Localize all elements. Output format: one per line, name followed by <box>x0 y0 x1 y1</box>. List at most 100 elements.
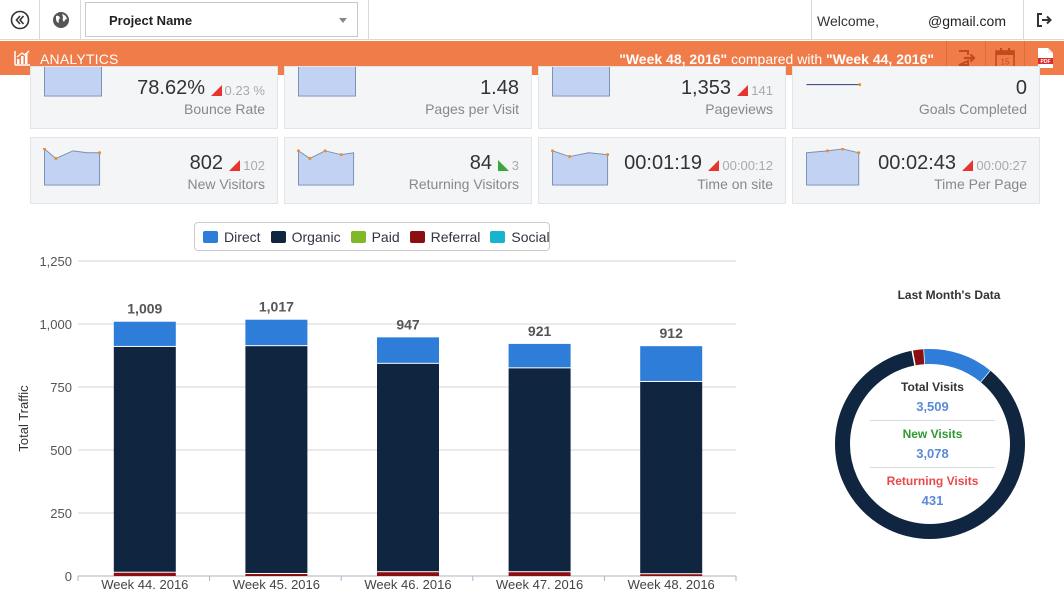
legend-label: Referral <box>430 228 481 245</box>
bar-segment-organic <box>508 368 571 572</box>
legend-swatch <box>490 230 506 243</box>
bar-total-label: 1,009 <box>127 301 162 317</box>
top-bar: Project Name Welcome, @gmail.com <box>0 0 1064 40</box>
total-visits-value: 3,509 <box>916 399 949 414</box>
bar-total-label: 912 <box>660 325 684 341</box>
bar-segment-direct <box>508 343 571 368</box>
project-select-value: Project Name <box>109 13 193 28</box>
chevron-down-icon <box>339 18 347 23</box>
kpi-delta: 102 <box>229 158 265 173</box>
legend-label: Social <box>511 228 550 245</box>
bar-segment-referral <box>245 573 308 576</box>
legend-swatch <box>409 230 425 243</box>
new-visits-label: New Visits <box>902 427 963 441</box>
kpi-label: Pages per Visit <box>425 101 519 117</box>
compared-with: compared with <box>731 51 823 67</box>
welcome-text: Welcome, <box>817 13 879 29</box>
x-tick-label: Week 44, 2016 <box>101 577 188 589</box>
kpi-value: 1.48 <box>480 77 519 99</box>
legend-item-referral[interactable]: Referral <box>409 228 481 245</box>
bar-total-label: 1,017 <box>259 299 294 315</box>
pdf-text: PDF <box>1040 59 1050 65</box>
kpi-value: 0 <box>1015 77 1027 99</box>
bar-segment-referral <box>640 574 703 576</box>
x-tick-label: Week 46, 2016 <box>364 577 451 589</box>
legend-item-social[interactable]: Social <box>490 228 550 245</box>
returning-visits-value: 431 <box>921 493 944 508</box>
kpi-card-new-visitors: 802 102 New Visitors <box>30 137 278 204</box>
kpi-delta-value: 141 <box>751 83 773 98</box>
bar-segment-direct <box>245 319 308 346</box>
week-current: "Week 48, 2016" <box>619 51 728 67</box>
kpi-delta-value: 3 <box>511 158 519 173</box>
kpi-delta-value: 00:00:12 <box>722 158 773 173</box>
bar-total-label: 921 <box>528 323 552 339</box>
analytics-title: ANALYTICS <box>40 51 119 67</box>
trend-down-icon <box>962 160 974 171</box>
export-icon <box>958 50 976 66</box>
logout-button[interactable] <box>1023 0 1063 40</box>
bar-segment-organic <box>113 346 176 572</box>
donut-segment-referral <box>912 349 926 366</box>
y-tick-label: 0 <box>65 569 72 584</box>
traffic-chart-svg: 0 250 500 750 1,000 1,250 Total Traffic 1,009 We… <box>16 254 737 589</box>
sparkline-icon <box>298 67 356 97</box>
kpi-card-pageviews: 1,353 141 Pageviews <box>538 66 786 129</box>
sparkline-icon <box>44 67 102 97</box>
globe-button[interactable] <box>41 0 81 40</box>
kpi-value: 802 <box>189 152 223 174</box>
week-previous: "Week 44, 2016" <box>826 51 934 67</box>
sparkline-icon <box>806 148 861 186</box>
kpi-delta: 0.23 % <box>210 83 265 98</box>
divider <box>368 0 369 40</box>
kpi-card-pages-per-visit: 1.48 Pages per Visit <box>284 66 532 129</box>
logout-icon <box>1036 13 1052 27</box>
bar-segment-organic <box>245 346 308 573</box>
y-tick-label: 500 <box>50 443 72 458</box>
legend-item-paid[interactable]: Paid <box>350 229 400 245</box>
legend-item-direct[interactable]: Direct <box>203 229 261 245</box>
returning-visits-label: Returning Visits <box>886 474 979 488</box>
traffic-chart: 0 250 500 750 1,000 1,250 Total Traffic 1,009 We… <box>0 252 760 589</box>
donut-title: Last Month's Data <box>897 288 1001 302</box>
kpi-delta-value: 0.23 % <box>224 83 265 98</box>
bar-segment-organic <box>377 363 439 572</box>
kpi-label: New Visitors <box>187 176 265 192</box>
trend-down-icon <box>737 85 749 96</box>
collapse-button[interactable] <box>0 0 40 40</box>
chart-legend: Direct Organic Paid Referral Social <box>194 222 550 251</box>
kpi-label: Returning Visitors <box>408 176 519 192</box>
bar-segment-referral <box>508 572 571 576</box>
kpi-value: 1,353 <box>680 77 731 99</box>
y-axis-label: Total Traffic <box>16 385 31 452</box>
bar-total-label: 947 <box>396 316 420 332</box>
kpi-delta-value: 00:00:27 <box>976 158 1027 173</box>
kpi-label: Bounce Rate <box>184 101 265 117</box>
legend-label: Organic <box>291 228 341 245</box>
bar-segment-direct <box>113 321 176 346</box>
legend-swatch <box>203 230 218 243</box>
kpi-label: Time Per Page <box>934 176 1027 192</box>
x-tick-label: Week 47, 2016 <box>496 577 583 589</box>
sparkline-icon <box>551 149 610 186</box>
legend-item-organic[interactable]: Organic <box>270 228 341 245</box>
legend-swatch <box>270 230 286 243</box>
donut-segment-direct <box>924 349 991 383</box>
kpi-value: 84 <box>469 152 492 174</box>
trend-down-icon <box>708 160 720 171</box>
kpi-value: 00:02:43 <box>878 152 956 174</box>
divider <box>811 0 812 40</box>
new-visits-value: 3,078 <box>916 446 949 461</box>
kpi-label: Time on site <box>697 176 773 192</box>
sparkline-icon <box>806 83 862 87</box>
bar-segment-organic <box>640 381 703 574</box>
legend-label: Direct <box>224 228 261 245</box>
project-select[interactable]: Project Name <box>85 2 358 37</box>
collapse-icon <box>10 10 29 30</box>
divider <box>870 420 995 421</box>
kpi-label: Goals Completed <box>918 101 1027 117</box>
kpi-delta-value: 102 <box>243 158 265 173</box>
y-tick-label: 250 <box>50 506 72 521</box>
kpi-card-bounce-rate: 78.62% 0.23 % Bounce Rate <box>30 66 278 129</box>
analytics-icon <box>14 50 30 66</box>
